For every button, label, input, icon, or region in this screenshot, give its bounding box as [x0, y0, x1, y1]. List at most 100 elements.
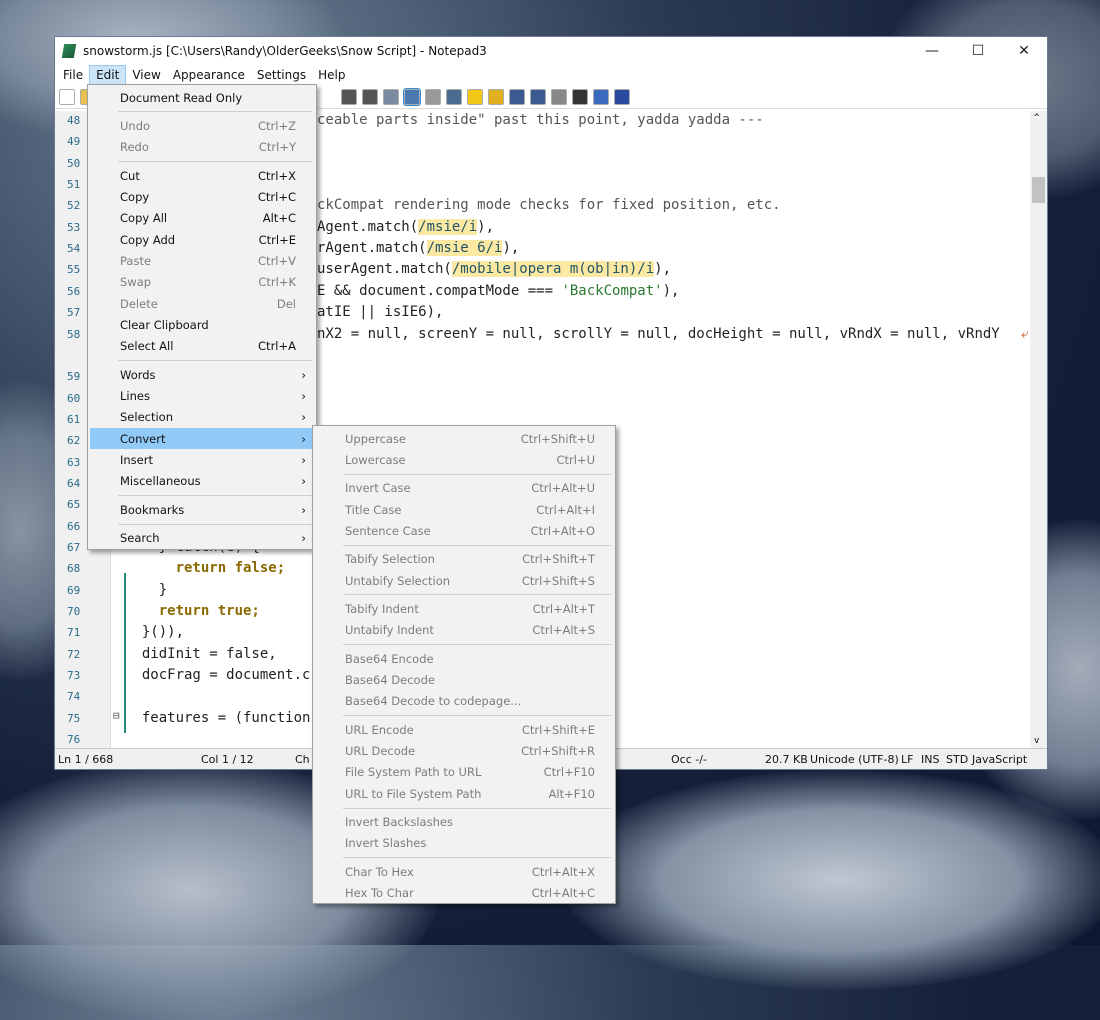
- menu-item-bookmarks[interactable]: Bookmarks ›: [90, 499, 314, 520]
- scroll-down-icon[interactable]: v: [1034, 736, 1039, 746]
- zoom-in-icon[interactable]: [509, 88, 525, 105]
- menu-item-document-read-only[interactable]: Document Read Only: [90, 87, 314, 108]
- menu-item-convert[interactable]: Convert ›: [90, 428, 314, 450]
- menu-item-copy-all[interactable]: Copy All Alt+C: [90, 208, 314, 229]
- menu-item-title-case[interactable]: Title Case Ctrl+Alt+I: [315, 499, 613, 520]
- code-text: ceable parts inside" past this point, ya…: [317, 112, 764, 128]
- menu-appearance[interactable]: Appearance: [167, 66, 251, 84]
- status-ins[interactable]: INS: [921, 753, 939, 766]
- menu-item-shortcut: Del: [276, 296, 296, 311]
- menu-help[interactable]: Help: [312, 66, 351, 84]
- menu-item-search[interactable]: Search ›: [90, 528, 314, 549]
- terminal-icon[interactable]: [572, 88, 588, 105]
- status-encoding[interactable]: Unicode (UTF-8): [810, 753, 899, 766]
- zoom-find-icon[interactable]: [446, 88, 462, 105]
- menu-item-invert-backslashes[interactable]: Invert Backslashes: [315, 812, 613, 833]
- status-eol[interactable]: LF: [901, 753, 913, 766]
- code-line: }: [125, 582, 167, 598]
- menu-item-label: Invert Case: [345, 481, 411, 496]
- code-line: Agent.match(/msie/i),: [317, 218, 494, 235]
- menu-item-shortcut: Ctrl+A: [258, 339, 296, 354]
- minimize-button[interactable]: —: [909, 37, 955, 64]
- menu-item-label: Base64 Decode to codepage...: [345, 694, 522, 709]
- menu-item-lowercase[interactable]: Lowercase Ctrl+U: [315, 449, 613, 470]
- menu-item-words[interactable]: Words ›: [90, 364, 314, 385]
- scrollbar-thumb[interactable]: [1032, 177, 1045, 203]
- menu-item-file-system-path-to-url[interactable]: File System Path to URL Ctrl+F10: [315, 762, 613, 783]
- menu-item-shortcut: Ctrl+F10: [543, 765, 595, 780]
- menu-item-label: Lines: [120, 389, 150, 404]
- menu-item-shortcut: Ctrl+Shift+T: [522, 552, 595, 567]
- fold-toggle-icon[interactable]: ⊟: [113, 709, 120, 722]
- menu-view[interactable]: View: [126, 66, 166, 84]
- menu-edit[interactable]: Edit: [89, 64, 127, 85]
- menu-item-lines[interactable]: Lines ›: [90, 386, 314, 407]
- menu-item-url-decode[interactable]: URL Decode Ctrl+Shift+R: [315, 741, 613, 762]
- menu-item-tabify-indent[interactable]: Tabify Indent Ctrl+Alt+T: [315, 598, 613, 619]
- menu-item-swap[interactable]: Swap Ctrl+K: [90, 272, 314, 293]
- bookmark-add-icon[interactable]: [488, 88, 504, 105]
- new-file-icon[interactable]: [59, 88, 75, 105]
- status-occurrences: Occ -/-: [671, 753, 707, 766]
- menu-item-url-encode[interactable]: URL Encode Ctrl+Shift+E: [315, 719, 613, 740]
- menu-item-copy-add[interactable]: Copy Add Ctrl+E: [90, 229, 314, 250]
- zoom-out-icon[interactable]: [530, 88, 546, 105]
- line-number: 74: [67, 690, 81, 704]
- menu-item-label: Convert: [120, 431, 166, 446]
- menu-item-url-to-file-system-path[interactable]: URL to File System Path Alt+F10: [315, 783, 613, 804]
- menu-item-label: Document Read Only: [120, 90, 243, 105]
- line-number: 66: [67, 519, 81, 533]
- close-circle-icon[interactable]: [614, 88, 630, 105]
- menu-item-sentence-case[interactable]: Sentence Case Ctrl+Alt+O: [315, 520, 613, 541]
- menu-bar: File Edit View Appearance Settings Help: [55, 64, 1047, 85]
- menu-item-char-to-hex[interactable]: Char To Hex Ctrl+Alt+X: [315, 861, 613, 882]
- menu-item-delete[interactable]: Delete Del: [90, 293, 314, 314]
- menu-item-miscellaneous[interactable]: Miscellaneous ›: [90, 471, 314, 492]
- menu-item-label: Invert Backslashes: [345, 815, 453, 830]
- menu-file[interactable]: File: [57, 66, 89, 84]
- menu-item-select-all[interactable]: Select All Ctrl+A: [90, 336, 314, 357]
- scroll-up-icon[interactable]: ^: [1034, 113, 1039, 123]
- pin-icon[interactable]: [593, 88, 609, 105]
- menu-item-untabify-indent[interactable]: Untabify Indent Ctrl+Alt+S: [315, 620, 613, 641]
- find-icon[interactable]: [341, 88, 357, 105]
- scheme-icon[interactable]: [425, 88, 441, 105]
- menu-item-tabify-selection[interactable]: Tabify Selection Ctrl+Shift+T: [315, 549, 613, 570]
- menu-item-hex-to-char[interactable]: Hex To Char Ctrl+Alt+C: [315, 883, 613, 904]
- menu-item-base64-decode[interactable]: Base64 Decode: [315, 670, 613, 691]
- menu-item-label: Swap: [120, 275, 152, 290]
- list-icon[interactable]: [551, 88, 567, 105]
- menu-item-uppercase[interactable]: Uppercase Ctrl+Shift+U: [315, 428, 613, 449]
- menu-item-invert-case[interactable]: Invert Case Ctrl+Alt+U: [315, 478, 613, 499]
- menu-item-base64-encode[interactable]: Base64 Encode: [315, 648, 613, 669]
- code-line: ckCompat rendering mode checks for fixed…: [317, 197, 781, 213]
- status-std[interactable]: STD: [946, 753, 968, 766]
- menu-item-invert-slashes[interactable]: Invert Slashes: [315, 833, 613, 854]
- line-number: 76: [67, 733, 81, 747]
- menu-item-undo[interactable]: Undo Ctrl+Z: [90, 115, 314, 136]
- vertical-scrollbar[interactable]: ^ v: [1030, 111, 1047, 748]
- menu-item-copy[interactable]: Copy Ctrl+C: [90, 186, 314, 207]
- replace-icon[interactable]: [362, 88, 378, 105]
- keyword: return true;: [158, 603, 260, 620]
- menu-item-base64-decode-to-codepage[interactable]: Base64 Decode to codepage...: [315, 691, 613, 712]
- menu-item-clear-clipboard[interactable]: Clear Clipboard: [90, 315, 314, 336]
- wordwrap-icon[interactable]: [403, 87, 421, 106]
- menu-settings[interactable]: Settings: [251, 66, 312, 84]
- maximize-button[interactable]: ☐: [955, 37, 1001, 64]
- menu-item-label: Untabify Selection: [345, 573, 451, 588]
- close-button[interactable]: ✕: [1001, 37, 1047, 64]
- view-icon[interactable]: [383, 88, 399, 105]
- menu-item-redo[interactable]: Redo Ctrl+Y: [90, 137, 314, 158]
- status-column: Col 1 / 12: [201, 753, 254, 766]
- menu-item-untabify-selection[interactable]: Untabify Selection Ctrl+Shift+S: [315, 570, 613, 591]
- status-lexer[interactable]: JavaScript: [972, 753, 1027, 766]
- menu-item-selection[interactable]: Selection ›: [90, 407, 314, 428]
- menu-item-paste[interactable]: Paste Ctrl+V: [90, 250, 314, 271]
- line-number: 60: [67, 391, 81, 405]
- menu-item-insert[interactable]: Insert ›: [90, 450, 314, 471]
- menu-item-cut[interactable]: Cut Ctrl+X: [90, 165, 314, 186]
- bookmark-icon[interactable]: [467, 88, 483, 105]
- menu-item-shortcut: Ctrl+Shift+R: [521, 744, 595, 759]
